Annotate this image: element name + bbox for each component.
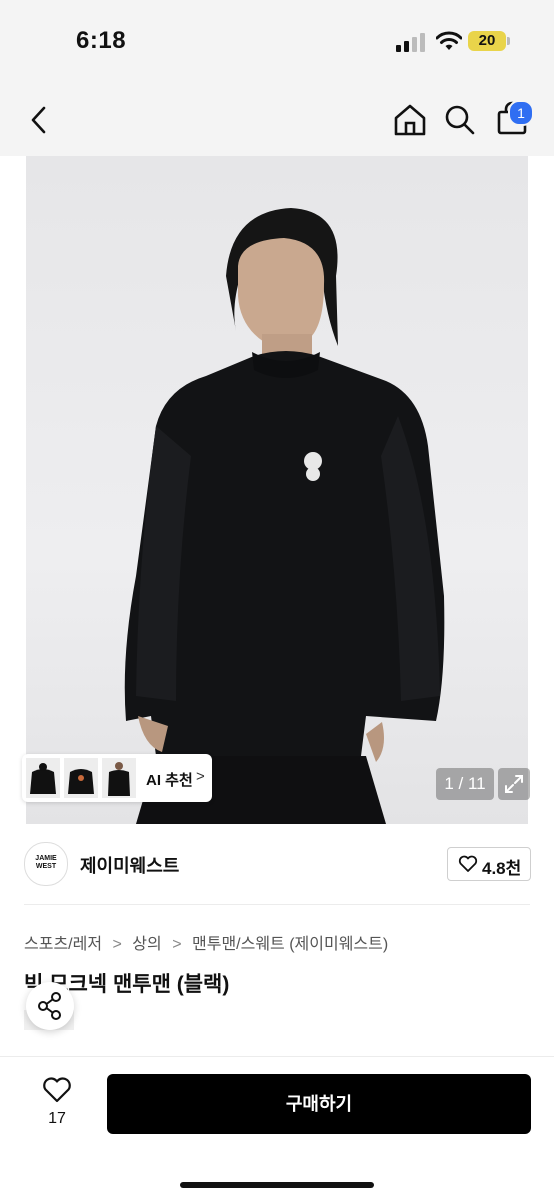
thumbnail-1[interactable] [26, 758, 60, 798]
search-icon[interactable] [438, 98, 482, 142]
breadcrumb-item[interactable]: 상의 [132, 936, 161, 953]
wishlist-button[interactable]: 17 [36, 1074, 78, 1134]
brand-name[interactable]: 제이미웨스트 [80, 852, 179, 878]
image-counter: 1 / 11 [436, 768, 494, 800]
buy-button[interactable]: 구매하기 [107, 1074, 531, 1134]
breadcrumb: 스포츠/레저 > 상의 > 맨투맨/스웨트 (제이미웨스트) [24, 930, 388, 954]
battery-tip [507, 37, 510, 45]
wifi-icon [436, 31, 462, 50]
chevron-right-icon: > [196, 768, 205, 785]
brand-logo-text-1: JAMIE [35, 855, 57, 862]
back-icon[interactable] [18, 98, 62, 142]
home-icon[interactable] [388, 98, 432, 142]
heart-icon [458, 855, 478, 872]
battery-indicator: 20 [468, 31, 506, 51]
thumbnail-3[interactable] [102, 758, 136, 798]
breadcrumb-item[interactable]: 스포츠/레저 [24, 936, 102, 953]
status-bar: 6:18 20 [0, 0, 554, 80]
model-photo [124, 208, 445, 824]
brand-like-count: 4.8천 [482, 859, 522, 878]
brand-logo[interactable]: JAMIE WEST [24, 842, 68, 886]
bottom-bar-divider [0, 1056, 554, 1057]
thumbnail-2[interactable] [64, 758, 98, 798]
share-button[interactable] [26, 982, 74, 1030]
heart-icon [43, 1077, 71, 1103]
ai-recommend-label: AI 추천 [146, 772, 193, 789]
breadcrumb-item[interactable]: 맨투맨/스웨트 (제이미웨스트) [192, 936, 388, 953]
wishlist-count: 17 [48, 1110, 66, 1127]
divider [24, 904, 530, 905]
share-icon [38, 992, 61, 1020]
breadcrumb-separator: > [172, 936, 182, 953]
brand-like-button[interactable]: 4.8천 [447, 847, 531, 881]
brand-logo-text-2: WEST [35, 863, 57, 870]
status-time: 6:18 [76, 27, 127, 54]
home-indicator [180, 1182, 374, 1188]
signal-icon [396, 33, 425, 52]
breadcrumb-separator: > [112, 936, 122, 953]
ai-recommend-strip[interactable]: AI 추천 > [22, 754, 212, 802]
expand-icon[interactable] [498, 768, 530, 800]
product-image[interactable] [26, 156, 528, 824]
cart-badge: 1 [508, 100, 534, 126]
